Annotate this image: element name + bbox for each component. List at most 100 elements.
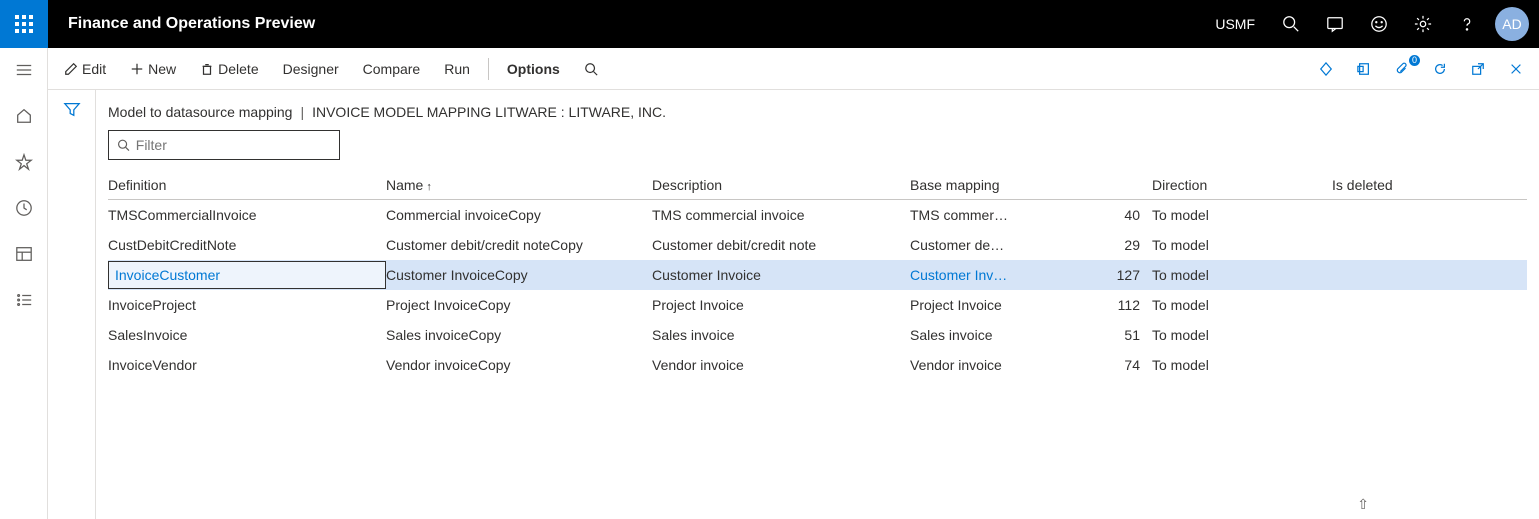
cell-base_mapping[interactable]: TMS commer… xyxy=(910,207,1104,223)
breadcrumb-page: Model to datasource mapping xyxy=(108,104,292,120)
feedback-smile-icon[interactable] xyxy=(1357,0,1401,48)
cell-count[interactable]: 40 xyxy=(1104,207,1152,223)
filter-pane-toggle[interactable] xyxy=(48,90,96,519)
col-description[interactable]: Description xyxy=(652,177,910,193)
cell-count[interactable]: 29 xyxy=(1104,237,1152,253)
cell-direction[interactable]: To model xyxy=(1152,327,1332,343)
col-name[interactable]: Name↑ xyxy=(386,177,652,193)
power-apps-icon[interactable] xyxy=(1311,58,1341,80)
close-icon[interactable] xyxy=(1501,58,1531,80)
cell-count[interactable]: 74 xyxy=(1104,357,1152,373)
cell-name[interactable]: Project InvoiceCopy xyxy=(386,297,652,313)
breadcrumb-context: INVOICE MODEL MAPPING LITWARE : LITWARE,… xyxy=(312,104,666,120)
user-avatar[interactable]: AD xyxy=(1495,7,1529,41)
command-bar: Edit New Delete Designer Compare Run Opt… xyxy=(48,48,1539,90)
recent-clock-icon[interactable] xyxy=(12,196,36,220)
cell-count[interactable]: 51 xyxy=(1104,327,1152,343)
popout-icon[interactable] xyxy=(1463,58,1493,80)
col-direction[interactable]: Direction xyxy=(1152,177,1332,193)
run-button[interactable]: Run xyxy=(436,57,478,81)
cell-base_mapping[interactable]: Vendor invoice xyxy=(910,357,1104,373)
edit-button[interactable]: Edit xyxy=(56,57,114,81)
workspace-icon[interactable] xyxy=(12,242,36,266)
app-title: Finance and Operations Preview xyxy=(48,15,335,33)
edit-label: Edit xyxy=(82,61,106,77)
cell-description[interactable]: TMS commercial invoice xyxy=(652,207,910,223)
cell-direction[interactable]: To model xyxy=(1152,267,1332,283)
table-row[interactable]: SalesInvoiceSales invoiceCopySales invoi… xyxy=(108,320,1527,350)
cell-direction[interactable]: To model xyxy=(1152,207,1332,223)
cell-name[interactable]: Sales invoiceCopy xyxy=(386,327,652,343)
new-button[interactable]: New xyxy=(122,57,184,81)
compare-label: Compare xyxy=(363,61,421,77)
col-definition[interactable]: Definition xyxy=(108,177,386,193)
options-label: Options xyxy=(507,61,560,77)
cell-description[interactable]: Project Invoice xyxy=(652,297,910,313)
cell-base_mapping[interactable]: Customer Inv… xyxy=(910,267,1104,283)
search-icon xyxy=(117,138,130,152)
cell-description[interactable]: Vendor invoice xyxy=(652,357,910,373)
scroll-up-indicator: ⇧ xyxy=(1357,496,1369,513)
cell-definition[interactable]: InvoiceVendor xyxy=(108,357,386,373)
settings-gear-icon[interactable] xyxy=(1401,0,1445,48)
cell-name[interactable]: Customer InvoiceCopy xyxy=(386,267,652,283)
legal-entity[interactable]: USMF xyxy=(1201,16,1269,32)
hamburger-icon[interactable] xyxy=(12,58,36,82)
main-content: Model to datasource mapping | INVOICE MO… xyxy=(96,90,1539,519)
breadcrumb-sep: | xyxy=(300,104,304,120)
table-row[interactable]: InvoiceCustomerCustomer InvoiceCopyCusto… xyxy=(108,260,1527,290)
col-name-label: Name xyxy=(386,177,423,193)
cell-base_mapping[interactable]: Sales invoice xyxy=(910,327,1104,343)
cell-direction[interactable]: To model xyxy=(1152,297,1332,313)
table-row[interactable]: TMSCommercialInvoiceCommercial invoiceCo… xyxy=(108,200,1527,230)
quick-filter[interactable] xyxy=(108,130,340,160)
run-label: Run xyxy=(444,61,470,77)
cell-definition[interactable]: InvoiceCustomer xyxy=(108,261,386,289)
delete-button[interactable]: Delete xyxy=(192,57,266,81)
sort-asc-icon: ↑ xyxy=(426,181,432,193)
compare-button[interactable]: Compare xyxy=(355,57,429,81)
col-base-mapping[interactable]: Base mapping xyxy=(910,177,1104,193)
app-launcher-icon[interactable] xyxy=(0,0,48,48)
cell-name[interactable]: Vendor invoiceCopy xyxy=(386,357,652,373)
cell-base_mapping[interactable]: Customer de… xyxy=(910,237,1104,253)
help-icon[interactable] xyxy=(1445,0,1489,48)
cell-description[interactable]: Customer debit/credit note xyxy=(652,237,910,253)
cell-count[interactable]: 127 xyxy=(1104,267,1152,283)
cell-definition[interactable]: TMSCommercialInvoice xyxy=(108,207,386,223)
cell-definition[interactable]: CustDebitCreditNote xyxy=(108,237,386,253)
cell-definition[interactable]: InvoiceProject xyxy=(108,297,386,313)
favorites-star-icon[interactable] xyxy=(12,150,36,174)
table-row[interactable]: InvoiceProjectProject InvoiceCopyProject… xyxy=(108,290,1527,320)
data-grid: Definition Name↑ Description Base mappin… xyxy=(108,170,1527,380)
cell-description[interactable]: Customer Invoice xyxy=(652,267,910,283)
left-nav-rail xyxy=(0,48,48,519)
cell-name[interactable]: Commercial invoiceCopy xyxy=(386,207,652,223)
cell-definition[interactable]: SalesInvoice xyxy=(108,327,386,343)
options-button[interactable]: Options xyxy=(499,57,568,81)
modules-list-icon[interactable] xyxy=(12,288,36,312)
quick-filter-input[interactable] xyxy=(136,137,331,153)
designer-button[interactable]: Designer xyxy=(275,57,347,81)
cell-name[interactable]: Customer debit/credit noteCopy xyxy=(386,237,652,253)
cell-direction[interactable]: To model xyxy=(1152,357,1332,373)
office-addin-icon[interactable] xyxy=(1349,58,1379,80)
command-search-icon[interactable] xyxy=(576,58,606,80)
table-row[interactable]: CustDebitCreditNoteCustomer debit/credit… xyxy=(108,230,1527,260)
messages-icon[interactable] xyxy=(1313,0,1357,48)
home-icon[interactable] xyxy=(12,104,36,128)
attachments-icon[interactable]: 0 xyxy=(1387,58,1417,80)
table-row[interactable]: InvoiceVendorVendor invoiceCopyVendor in… xyxy=(108,350,1527,380)
cell-base_mapping[interactable]: Project Invoice xyxy=(910,297,1104,313)
new-label: New xyxy=(148,61,176,77)
breadcrumb: Model to datasource mapping | INVOICE MO… xyxy=(108,104,1527,120)
cell-description[interactable]: Sales invoice xyxy=(652,327,910,343)
cell-direction[interactable]: To model xyxy=(1152,237,1332,253)
refresh-icon[interactable] xyxy=(1425,58,1455,80)
col-is-deleted[interactable]: Is deleted xyxy=(1332,177,1452,193)
search-icon[interactable] xyxy=(1269,0,1313,48)
delete-label: Delete xyxy=(218,61,258,77)
cell-count[interactable]: 112 xyxy=(1104,297,1152,313)
grid-header: Definition Name↑ Description Base mappin… xyxy=(108,170,1527,200)
command-divider xyxy=(488,58,489,80)
